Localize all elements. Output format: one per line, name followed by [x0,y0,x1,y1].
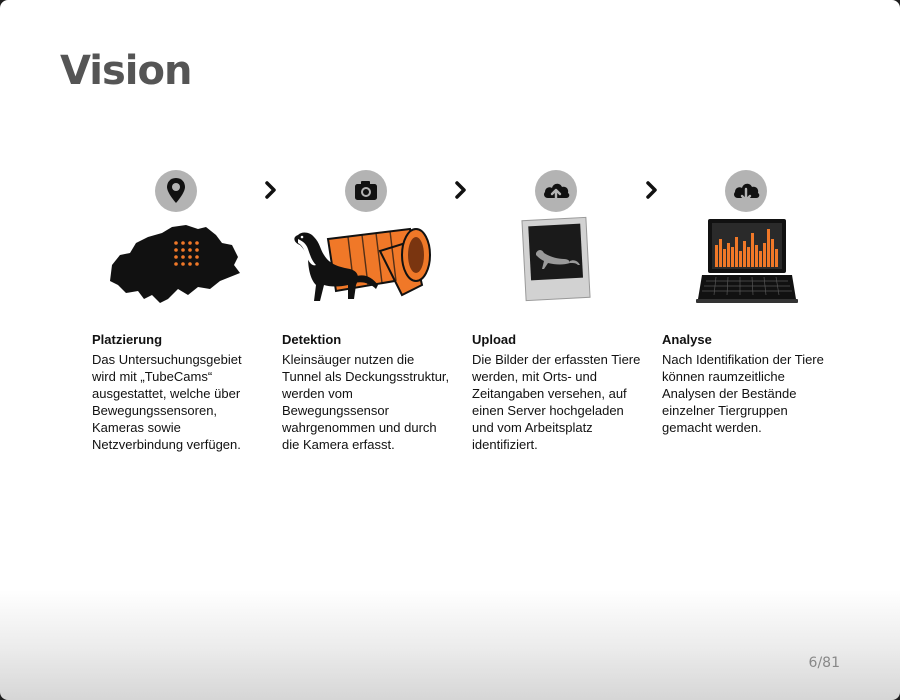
cloud-download-icon [725,170,767,212]
step-description: Die Bilder der erfassten Tiere werden, m… [472,352,641,452]
step-title: Analyse [662,332,712,347]
chevron-right-icon [454,180,468,205]
cloud-upload-icon [535,170,577,212]
step-title: Platzierung [92,332,163,347]
step-title: Upload [472,332,517,347]
polaroid-photo-illustration [521,216,591,302]
step-title: Detektion [282,332,342,347]
chevron-right-icon [645,180,659,205]
map-pin-icon [155,170,197,212]
slide-title: Vision [60,48,192,94]
chevron-right-icon [264,180,278,205]
page-number: 6/81 [808,655,840,671]
laptop-chart-illustration [696,219,798,303]
camera-icon [345,170,387,212]
step-description: Kleinsäuger nutzen die Tunnel als Deckun… [282,352,450,452]
step-description: Das Untersuchungsgebiet wird mit „TubeCa… [92,352,242,452]
switzerland-map-illustration [110,225,240,303]
weasel-tunnel-illustration [294,227,431,301]
slide: Vision Platzierung Das Untersuchungsgebi… [0,0,900,700]
step-description: Nach Identifikation der Tiere können rau… [662,352,824,435]
